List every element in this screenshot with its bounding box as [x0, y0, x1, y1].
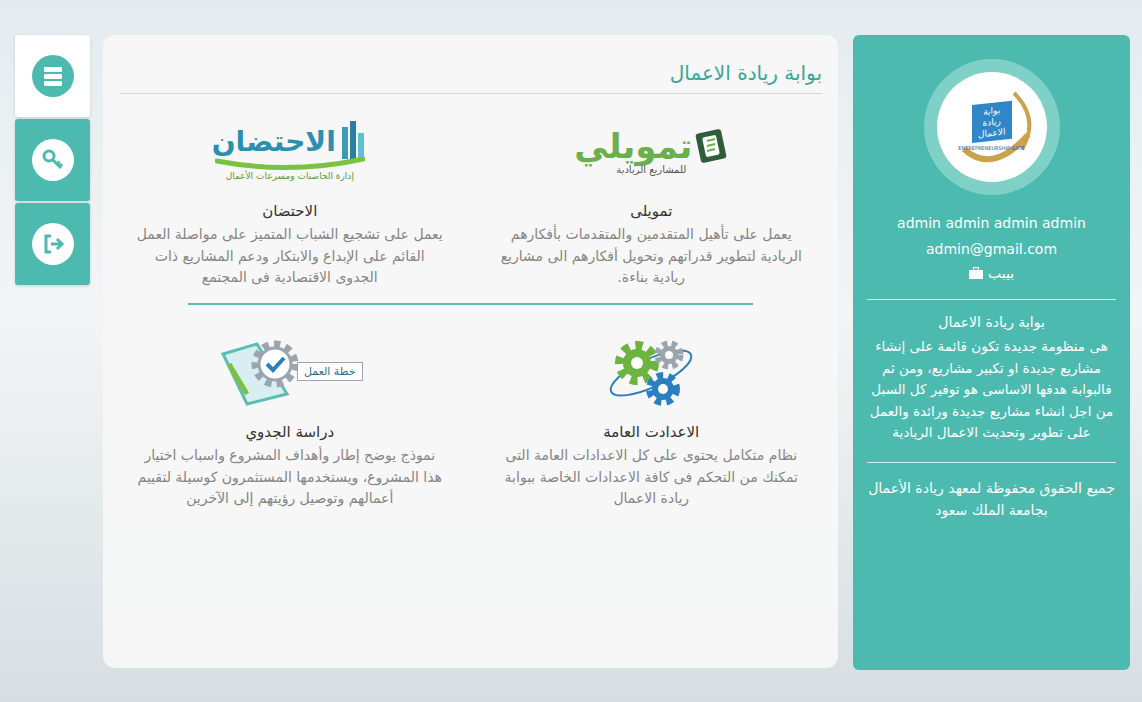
user-email: admin@gmail.com [926, 241, 1057, 257]
row-divider [188, 303, 753, 305]
side-nav [15, 35, 90, 285]
towers-icon [338, 119, 368, 163]
gears-icon [603, 329, 699, 413]
profile-sidebar: بوابةريادةالاعمالENTREPRENEURSHIP GATE ad… [853, 35, 1130, 670]
divider [867, 462, 1116, 463]
card-logo [603, 325, 699, 417]
logout-icon [41, 232, 65, 256]
card-description: نظام متكامل يحتوى على كل الاعدادات العام… [497, 445, 807, 510]
divider [867, 299, 1116, 300]
card-description: يعمل على تشجيع الشباب المتميز على مواصلة… [135, 224, 445, 289]
user-name: admin admin admin admin [897, 215, 1086, 231]
logo-text: تمويلي [574, 126, 692, 166]
card-description: نموذج يوضح إطار وأهداف المشروع واسباب اخ… [135, 445, 445, 510]
book-icon [694, 127, 728, 165]
page-title: بوابة ريادة الاعمال [119, 57, 822, 94]
card-logo: الاحتضان إدارة الحاضنات ومسرعات الأعمال [212, 104, 368, 196]
key-icon [41, 148, 65, 172]
logo-subtext: إدارة الحاضنات ومسرعات الأعمال [226, 171, 354, 181]
briefcase-icon [969, 267, 983, 279]
card-title: دراسة الجدوي [245, 423, 334, 441]
nav-circle [32, 55, 74, 97]
card-row: تمويليللمشاريع الريادية تمويلى يعمل على تأ… [119, 94, 822, 289]
about-title: بوابة ريادة الاعمال [938, 314, 1045, 330]
module-card[interactable]: الاعدادت العامة نظام متكامل يحتوى على كل … [481, 315, 823, 510]
logo-book: بوابةريادةالاعمال [972, 101, 1012, 144]
module-card[interactable]: تمويليللمشاريع الريادية تمويلى يعمل على تأ… [481, 94, 823, 289]
logo-caption: ENTREPRENEURSHIP GATE [958, 145, 1024, 151]
logo-text: الاحتضان [212, 125, 336, 158]
logo-subtext: للمشاريع الريادية [616, 164, 686, 175]
main-panel: بوابة ريادة الاعمالتمويليللمشاريع الرياد… [103, 35, 838, 668]
about-text: هى منظومة جديدة تكون قائمة على إنشاء مشا… [867, 336, 1116, 444]
card-title: الاعدادت العامة [603, 423, 699, 441]
module-card[interactable]: خطة العمل دراسة الجدوي نموذج يوضح إطار وأه… [119, 315, 461, 510]
card-title: الاحتضان [262, 202, 317, 220]
card-logo: خطة العمل [217, 325, 363, 417]
card-description: يعمل على تأهيل المتقدمين والمتقدمات بأفك… [497, 224, 807, 289]
portal-page: بوابة ريادة الاعمالتمويليللمشاريع الرياد… [0, 0, 1142, 702]
logo-text: خطة العمل [297, 362, 363, 381]
card-grid: تمويليللمشاريع الريادية تمويلى يعمل على تأ… [119, 94, 822, 510]
tamweely-logo: تمويليللمشاريع الريادية [574, 126, 728, 175]
portal-logo: بوابةريادةالاعمالENTREPRENEURSHIP GATE [937, 72, 1047, 182]
card-title: تمويلى [630, 202, 672, 220]
nav-button[interactable] [15, 203, 90, 285]
nav-button[interactable] [15, 35, 90, 117]
copyright: جميع الحقوق محفوظة لمعهد ريادة الأعمال ب… [867, 477, 1116, 522]
incubation-logo: الاحتضان إدارة الحاضنات ومسرعات الأعمال [212, 119, 368, 181]
plan-logo: خطة العمل [217, 334, 363, 408]
server-icon [41, 64, 65, 88]
nav-circle [32, 139, 74, 181]
avatar: بوابةريادةالاعمالENTREPRENEURSHIP GATE [924, 59, 1060, 195]
card-row: الاعدادت العامة نظام متكامل يحتوى على كل … [119, 315, 822, 510]
logo-line: الاعمال [978, 126, 1006, 140]
nav-button[interactable] [15, 119, 90, 201]
module-card[interactable]: الاحتضانإدارة الحاضنات ومسرعات الأعمالال… [119, 94, 461, 289]
nav-circle [32, 223, 74, 265]
hand-icon [215, 157, 365, 171]
card-logo: تمويليللمشاريع الريادية [574, 104, 728, 196]
user-role: بيبب [969, 265, 1014, 281]
plan-gear-icon [217, 334, 307, 408]
role-text: بيبب [988, 265, 1014, 281]
